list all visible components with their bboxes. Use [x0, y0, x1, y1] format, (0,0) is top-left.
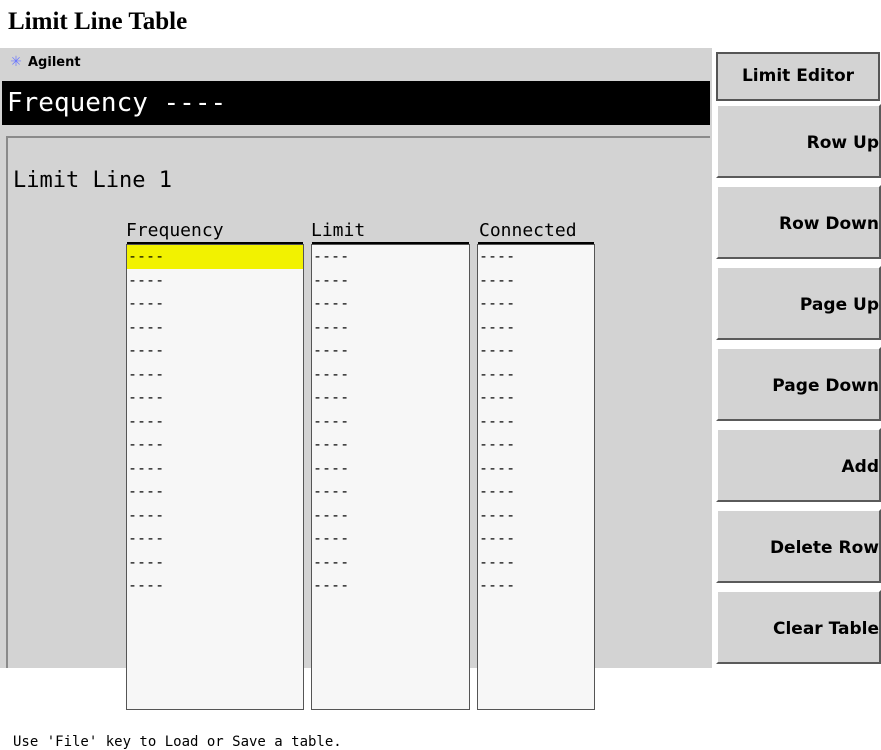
table-cell[interactable]: ---- — [312, 504, 469, 528]
table-cell[interactable]: ---- — [312, 292, 469, 316]
table-cell[interactable]: ---- — [127, 245, 303, 269]
table-cell[interactable]: ---- — [478, 551, 594, 575]
table-cell[interactable]: ---- — [478, 269, 594, 293]
table-cell[interactable]: ---- — [127, 292, 303, 316]
measurement-bar: Frequency ---- — [2, 81, 710, 125]
table-cell[interactable]: ---- — [312, 339, 469, 363]
limit-line-title: Limit Line 1 — [13, 168, 172, 193]
status-message: Use 'File' key to Load or Save a table. — [13, 734, 342, 750]
table-cell[interactable]: ---- — [127, 433, 303, 457]
agilent-spark-icon: ✳ — [10, 54, 22, 70]
table-cell[interactable]: ---- — [312, 551, 469, 575]
table-cell[interactable]: ---- — [312, 363, 469, 387]
table-cell[interactable]: ---- — [312, 269, 469, 293]
table-cell[interactable]: ---- — [478, 386, 594, 410]
table-cell[interactable]: ---- — [478, 316, 594, 340]
brand-logo: ✳ Agilent — [8, 51, 81, 73]
table-cell[interactable]: ---- — [127, 457, 303, 481]
table-cell[interactable]: ---- — [478, 339, 594, 363]
page-up-softkey[interactable]: Page Up — [716, 266, 881, 340]
instrument-screen: ✳ Agilent Frequency ---- Limit Line 1 Fr… — [0, 48, 712, 750]
table-cell[interactable]: ---- — [312, 574, 469, 598]
page-title: Limit Line Table — [8, 8, 188, 35]
delete-row-softkey[interactable]: Delete Row — [716, 509, 881, 583]
table-cell[interactable]: ---- — [478, 457, 594, 481]
table-cell[interactable]: ---- — [127, 363, 303, 387]
table-cell[interactable]: ---- — [127, 504, 303, 528]
table-cell[interactable]: ---- — [127, 527, 303, 551]
brand-name: Agilent — [28, 54, 81, 70]
table-cell[interactable]: ---- — [478, 363, 594, 387]
table-cell[interactable]: ---- — [312, 480, 469, 504]
table-cell[interactable]: ---- — [478, 410, 594, 434]
add-softkey[interactable]: Add — [716, 428, 881, 502]
limit-column[interactable]: ---- ---- ---- ---- ---- ---- ---- ---- ---- ----… — [311, 242, 470, 710]
table-cell[interactable]: ---- — [127, 410, 303, 434]
frequency-column-header: Frequency — [126, 220, 224, 241]
table-cell[interactable]: ---- — [127, 480, 303, 504]
table-cell[interactable]: ---- — [478, 527, 594, 551]
table-cell[interactable]: ---- — [312, 386, 469, 410]
table-cell[interactable]: ---- — [127, 551, 303, 575]
clear-table-softkey[interactable]: Clear Table — [716, 590, 881, 664]
table-cell[interactable]: ---- — [478, 480, 594, 504]
limit-column-header: Limit — [311, 220, 366, 241]
table-cell[interactable]: ---- — [127, 386, 303, 410]
table-cell[interactable]: ---- — [312, 433, 469, 457]
table-cell[interactable]: ---- — [127, 339, 303, 363]
table-cell[interactable]: ---- — [312, 457, 469, 481]
connected-column-header: Connected — [479, 220, 577, 241]
row-up-softkey[interactable]: Row Up — [716, 104, 881, 178]
table-cell[interactable]: ---- — [478, 245, 594, 269]
frequency-column[interactable]: ---- ---- ---- ---- ---- ---- ---- ---- ---- ----… — [126, 242, 304, 710]
connected-column[interactable]: ---- ---- ---- ---- ---- ---- ---- ---- ---- ----… — [477, 242, 595, 710]
table-cell[interactable]: ---- — [127, 316, 303, 340]
table-cell[interactable]: ---- — [478, 433, 594, 457]
page-down-softkey[interactable]: Page Down — [716, 347, 881, 421]
row-down-softkey[interactable]: Row Down — [716, 185, 881, 259]
limit-table-area: Limit Line 1 Frequency Limit Connected -… — [6, 136, 710, 750]
softkey-menu: Limit Editor Row Up Row Down Page Up Pag… — [712, 48, 881, 668]
table-cell[interactable]: ---- — [478, 574, 594, 598]
table-cell[interactable]: ---- — [127, 574, 303, 598]
table-cell[interactable]: ---- — [478, 292, 594, 316]
table-cell[interactable]: ---- — [478, 504, 594, 528]
table-cell[interactable]: ---- — [312, 245, 469, 269]
menu-title: Limit Editor — [716, 52, 880, 101]
table-cell[interactable]: ---- — [312, 410, 469, 434]
table-cell[interactable]: ---- — [127, 269, 303, 293]
table-cell[interactable]: ---- — [312, 316, 469, 340]
table-cell[interactable]: ---- — [312, 527, 469, 551]
